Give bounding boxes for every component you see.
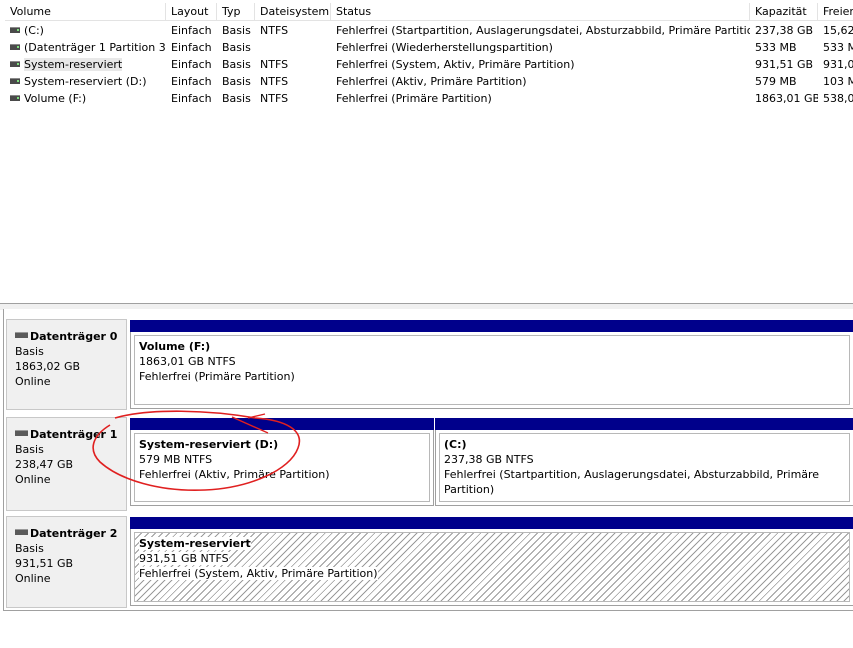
disk-icon (15, 332, 28, 338)
cell-fs: NTFS (260, 58, 289, 71)
partition-status: Fehlerfrei (Primäre Partition) (139, 370, 295, 383)
disk-type: Basis (15, 443, 44, 456)
cell-volume: (C:) (5, 22, 166, 39)
partition-volume-f[interactable]: Volume (F:) 1863,01 GB NTFS Fehlerfrei (… (130, 320, 853, 409)
partition-bar (435, 418, 853, 430)
disk-row-1: Datenträger 1 Basis 238,47 GB Online Sys… (4, 417, 853, 511)
disk-map-bottom (3, 610, 853, 648)
cell-layout: Einfach (171, 75, 212, 88)
cell-typ: Basis (222, 92, 251, 105)
disk-icon (15, 529, 28, 535)
cell-free: 533 M (823, 41, 853, 54)
partition-c[interactable]: (C:) 237,38 GB NTFS Fehlerfrei (Startpar… (435, 418, 853, 506)
volume-name: (Datenträger 1 Partition 3) (24, 41, 166, 54)
cell-capacity: 237,38 GB (755, 24, 814, 37)
disk-size: 238,47 GB (15, 458, 74, 471)
partition-bar (130, 418, 434, 430)
disk-row-2: Datenträger 2 Basis 931,51 GB Online Sys… (4, 516, 853, 608)
volume-list: Volume Layout Typ Dateisystem Status Kap… (0, 0, 853, 303)
partition-size: 1863,01 GB NTFS (139, 355, 236, 368)
partition-system-reserved-d[interactable]: System-reserviert (D:) 579 MB NTFS Fehle… (130, 418, 434, 506)
disk-row-0: Datenträger 0 Basis 1863,02 GB Online Vo… (4, 319, 853, 410)
cell-fs (255, 39, 331, 56)
cell-layout: Einfach (171, 41, 212, 54)
drive-icon (10, 61, 20, 67)
column-header-status[interactable]: Status (331, 3, 750, 21)
disk-label-2[interactable]: Datenträger 2 Basis 931,51 GB Online (6, 516, 127, 608)
cell-fs: NTFS (260, 92, 289, 105)
column-header-freier[interactable]: Freier (818, 3, 853, 21)
partition-status: Fehlerfrei (System, Aktiv, Primäre Parti… (139, 567, 378, 580)
drive-icon (10, 44, 20, 50)
column-header-volume[interactable]: Volume (5, 3, 166, 21)
partition-system-reserved[interactable]: System-reserviert 931,51 GB NTFS Fehlerf… (130, 517, 853, 606)
cell-volume: System-reserviert (5, 56, 166, 73)
disk-size: 1863,02 GB (15, 360, 81, 373)
partition-title: (C:) (444, 438, 467, 451)
volume-name: (C:) (24, 24, 44, 37)
cell-status: Fehlerfrei (Wiederherstellungspartition) (336, 41, 553, 54)
partition-status: Fehlerfrei (Aktiv, Primäre Partition) (139, 468, 330, 481)
cell-layout: Einfach (171, 92, 212, 105)
partition-title: System-reserviert (D:) (139, 438, 279, 451)
disk-label-1[interactable]: Datenträger 1 Basis 238,47 GB Online (6, 417, 127, 511)
column-header-kapazitaet[interactable]: Kapazität (750, 3, 818, 21)
cell-free: 103 M (823, 75, 853, 88)
disk-size: 931,51 GB (15, 557, 74, 570)
cell-capacity: 533 MB (755, 41, 797, 54)
cell-capacity: 931,51 GB (755, 58, 814, 71)
partition-bar (130, 517, 853, 529)
partition-size: 931,51 GB NTFS (139, 552, 229, 565)
cell-layout: Einfach (171, 24, 212, 37)
cell-layout: Einfach (171, 58, 212, 71)
volume-name: System-reserviert (24, 58, 123, 71)
disk-name: Datenträger 2 (30, 527, 118, 540)
cell-capacity: 579 MB (755, 75, 797, 88)
partition-title: System-reserviert (139, 537, 251, 550)
drive-icon (10, 78, 20, 84)
disk-state: Online (15, 375, 51, 388)
cell-free: 931,0 (823, 58, 853, 71)
partition-size: 579 MB NTFS (139, 453, 213, 466)
cell-status: Fehlerfrei (System, Aktiv, Primäre Parti… (336, 58, 575, 71)
cell-typ: Basis (222, 75, 251, 88)
cell-typ: Basis (222, 24, 251, 37)
disk-icon (15, 430, 28, 436)
disk-state: Online (15, 473, 51, 486)
partition-status: Fehlerfrei (Startpartition, Auslagerungs… (444, 468, 820, 496)
volume-name: Volume (F:) (24, 92, 87, 105)
column-header-dateisystem[interactable]: Dateisystem (255, 3, 331, 21)
disk-state: Online (15, 572, 51, 585)
cell-typ: Basis (222, 41, 251, 54)
partition-title: Volume (F:) (139, 340, 211, 353)
disk-name: Datenträger 1 (30, 428, 118, 441)
cell-volume: Volume (F:) (5, 90, 166, 107)
column-header-layout[interactable]: Layout (166, 3, 217, 21)
cell-free: 538,0 (823, 92, 853, 105)
partition-size: 237,38 GB NTFS (444, 453, 534, 466)
cell-free: 15,62 (823, 24, 853, 37)
cell-volume: System-reserviert (D:) (5, 73, 166, 90)
cell-status: Fehlerfrei (Aktiv, Primäre Partition) (336, 75, 527, 88)
partition-bar (130, 320, 853, 332)
disk-map: Datenträger 0 Basis 1863,02 GB Online Vo… (3, 309, 853, 647)
cell-typ: Basis (222, 58, 251, 71)
cell-capacity: 1863,01 GB (755, 92, 818, 105)
column-header-typ[interactable]: Typ (217, 3, 255, 21)
cell-volume: (Datenträger 1 Partition 3) (5, 39, 166, 56)
cell-fs: NTFS (260, 75, 289, 88)
volume-name: System-reserviert (D:) (24, 75, 147, 88)
drive-icon (10, 27, 20, 33)
cell-status: Fehlerfrei (Startpartition, Auslagerungs… (336, 24, 750, 37)
disk-label-0[interactable]: Datenträger 0 Basis 1863,02 GB Online (6, 319, 127, 410)
cell-status: Fehlerfrei (Primäre Partition) (336, 92, 492, 105)
cell-fs: NTFS (260, 24, 289, 37)
drive-icon (10, 95, 20, 101)
disk-type: Basis (15, 345, 44, 358)
disk-type: Basis (15, 542, 44, 555)
disk-name: Datenträger 0 (30, 330, 118, 343)
